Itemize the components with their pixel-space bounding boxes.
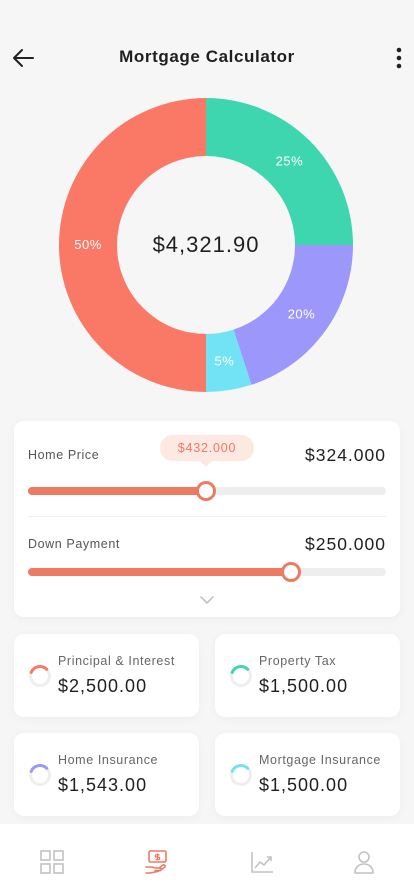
slider-card: Home Price $432.000 $324.000 Down Paymen… [14,421,400,617]
divider [28,516,386,517]
page-title: Mortgage Calculator [119,47,295,66]
more-vertical-icon[interactable] [391,45,407,71]
bottom-tab-bar [0,824,414,896]
stat-value: $1,500.00 [259,775,349,795]
chart-line-icon[interactable] [249,849,275,875]
down-payment-slider[interactable] [28,562,386,582]
donut-slice-label: 20% [288,306,316,321]
stat-card-property-tax[interactable]: Property Tax $1,500.00 [215,634,400,717]
donut-total: $4,321.90 [152,232,260,257]
stat-value: $2,500.00 [58,676,148,696]
home-price-slider-fill [28,487,207,495]
home-price-value: $324.000 [305,445,386,465]
ring-icon [230,764,252,786]
chevron-down-icon[interactable] [199,594,215,606]
stat-label: Mortgage Insurance [259,753,381,767]
down-payment-value: $250.000 [305,534,386,554]
grid-icon[interactable] [39,849,65,875]
donut-slice-label: 25% [276,154,304,169]
money-hand-icon[interactable] [144,849,170,875]
stat-card-principal-interest[interactable]: Principal & Interest $2,500.00 [14,634,199,717]
stat-label: Principal & Interest [58,654,175,668]
ring-icon [230,665,252,687]
home-price-slider[interactable] [28,481,386,501]
stat-card-mortgage-insurance[interactable]: Mortgage Insurance $1,500.00 [215,733,400,816]
user-icon[interactable] [351,849,377,875]
ring-icon [29,665,51,687]
down-payment-label: Down Payment [28,537,120,551]
header: Mortgage Calculator [0,0,414,110]
home-price-slider-thumb[interactable] [196,481,217,501]
stat-label: Home Insurance [58,753,159,767]
down-payment-slider-thumb[interactable] [281,562,302,582]
donut-slice-label: 5% [215,354,235,369]
stat-card-home-insurance[interactable]: Home Insurance $1,543.00 [14,733,199,816]
home-price-tooltip: $432.000 [160,435,254,467]
stat-value: $1,500.00 [259,676,349,696]
donut-slice [206,98,353,245]
ring-icon [29,764,51,786]
stat-label: Property Tax [259,654,337,668]
home-price-label: Home Price [28,448,100,462]
stat-value: $1,543.00 [58,775,148,795]
down-payment-slider-fill [28,568,292,576]
